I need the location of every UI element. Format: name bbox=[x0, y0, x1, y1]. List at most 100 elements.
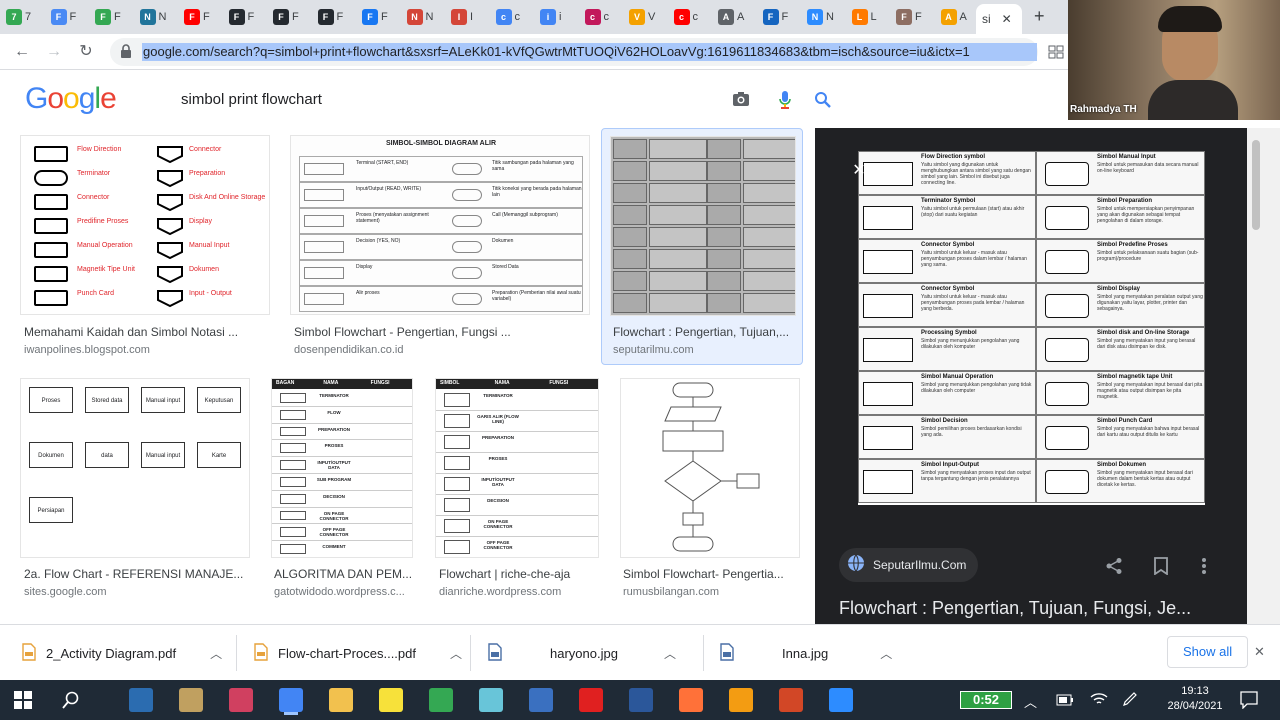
show-all-button[interactable]: Show all bbox=[1167, 636, 1249, 668]
chrome-icon[interactable] bbox=[279, 688, 303, 712]
result-thumbnail[interactable]: Proses Stored data Manual input Keputusan Do… bbox=[20, 378, 250, 558]
file-explorer-icon[interactable] bbox=[329, 688, 353, 712]
result-source[interactable]: gatotwidodo.wordpress.c... bbox=[274, 586, 424, 598]
result-card[interactable]: BAGAN NAMA FUNGSI TERMINATOR FLOW PREPARATION… bbox=[262, 373, 422, 603]
result-thumbnail[interactable]: BAGAN NAMA FUNGSI TERMINATOR FLOW PREPARATION… bbox=[271, 378, 413, 558]
download-item[interactable]: 2_Activity Diagram.pdf ︿ bbox=[22, 643, 222, 664]
bookmark-icon[interactable] bbox=[1154, 557, 1168, 580]
result-caption[interactable]: 2a. Flow Chart - REFERENSI MANAJE... bbox=[24, 567, 254, 581]
result-source[interactable]: sites.google.com bbox=[24, 586, 107, 598]
browser-tab-active[interactable]: si ✕ bbox=[976, 4, 1022, 34]
pen-icon[interactable] bbox=[1122, 691, 1138, 712]
browser-tab[interactable]: FF bbox=[762, 6, 805, 28]
browser-tab[interactable]: NN bbox=[406, 6, 449, 28]
browser-tab[interactable]: FF bbox=[228, 6, 271, 28]
close-icon[interactable]: ✕ bbox=[850, 162, 868, 180]
browser-tab[interactable]: AA bbox=[718, 6, 760, 28]
sticky-notes-icon[interactable] bbox=[379, 688, 403, 712]
source-name[interactable]: SeputarIlmu.Com bbox=[873, 558, 966, 572]
search-input[interactable]: simbol print flowchart bbox=[181, 91, 322, 108]
browser-tab[interactable]: LL bbox=[851, 6, 894, 28]
browser-tab[interactable]: FF bbox=[273, 6, 315, 28]
result-caption[interactable]: Flowchart | riche-che-aja bbox=[439, 567, 604, 581]
browser-tab[interactable]: NN bbox=[139, 6, 182, 28]
search-box[interactable]: simbol print flowchart bbox=[160, 82, 850, 118]
chevron-up-icon[interactable]: ︿ bbox=[664, 645, 676, 662]
address-bar[interactable]: google.com/search?q=simbol+print+flowcha… bbox=[110, 38, 1038, 66]
source-chip[interactable]: SeputarIlmu.Com bbox=[839, 548, 979, 582]
result-card[interactable]: Proses Stored data Manual input Keputusan Do… bbox=[0, 373, 260, 603]
result-thumbnail[interactable] bbox=[620, 378, 800, 558]
firefox-icon[interactable] bbox=[679, 688, 703, 712]
result-caption[interactable]: Simbol Flowchart- Pengertia... bbox=[623, 567, 803, 581]
browser-tab[interactable]: II bbox=[451, 6, 493, 28]
chevron-up-icon[interactable]: ︿ bbox=[210, 645, 222, 662]
battery-icon[interactable] bbox=[1056, 693, 1074, 711]
system-clock[interactable]: 19:13 28/04/2021 bbox=[1160, 684, 1230, 714]
browser-tab[interactable]: NN bbox=[807, 6, 849, 28]
result-source[interactable]: dosenpendidikan.co.id bbox=[294, 344, 403, 356]
forward-button[interactable]: → bbox=[44, 42, 64, 62]
result-caption[interactable]: ALGORITMA DAN PEM... bbox=[274, 567, 419, 581]
browser-tab[interactable]: VV bbox=[629, 6, 671, 28]
extension-icon[interactable] bbox=[1048, 44, 1064, 60]
result-card[interactable]: SIMBOL-SIMBOL DIAGRAM ALIR Terminal (STAR… bbox=[285, 128, 595, 368]
preview-title[interactable]: Flowchart : Pengertian, Tujuan, Fungsi, … bbox=[839, 598, 1239, 619]
more-options-icon[interactable] bbox=[1201, 557, 1207, 580]
download-item[interactable]: haryono.jpg ︿ bbox=[488, 643, 676, 664]
chevron-up-icon[interactable]: ︿ bbox=[1024, 692, 1037, 711]
preview-image[interactable]: Flow Direction symbol Yaitu simbol yang d… bbox=[858, 151, 1205, 505]
presenter-icon[interactable] bbox=[729, 688, 753, 712]
word-icon[interactable] bbox=[629, 688, 653, 712]
chevron-up-icon[interactable]: ︿ bbox=[450, 645, 462, 662]
paint-icon[interactable] bbox=[179, 688, 203, 712]
back-button[interactable]: ← bbox=[12, 42, 32, 62]
snip-icon[interactable] bbox=[229, 688, 253, 712]
download-item[interactable]: Flow-chart-Proces....pdf ︿ bbox=[254, 643, 462, 664]
browser-tab[interactable]: FF bbox=[362, 6, 404, 28]
search-icon[interactable] bbox=[62, 691, 80, 714]
search-icon[interactable] bbox=[814, 91, 832, 114]
result-card[interactable]: Simbol Flowchart- Pengertia... rumusbila… bbox=[612, 373, 807, 603]
result-thumbnail[interactable] bbox=[610, 136, 796, 316]
browser-tab[interactable]: FF bbox=[317, 6, 360, 28]
result-card[interactable]: SIMBOL NAMA FUNGSI TERMINATOR GARIS ALIR (FL… bbox=[427, 373, 607, 603]
result-source[interactable]: dianriche.wordpress.com bbox=[439, 586, 561, 598]
page-scrollbar[interactable] bbox=[1247, 128, 1280, 624]
network-app-icon[interactable] bbox=[529, 688, 553, 712]
wifi-icon[interactable] bbox=[1090, 691, 1108, 712]
browser-tab[interactable]: cc bbox=[584, 6, 627, 28]
browser-tab[interactable]: cc bbox=[495, 6, 538, 28]
camera-icon[interactable] bbox=[732, 91, 750, 112]
chrome-alt-icon[interactable] bbox=[429, 688, 453, 712]
scrollbar-thumb[interactable] bbox=[1252, 140, 1260, 230]
browser-tab[interactable]: FF bbox=[896, 6, 938, 28]
url-text[interactable]: google.com/search?q=simbol+print+flowcha… bbox=[142, 43, 1037, 61]
chevron-up-icon[interactable]: ︿ bbox=[880, 645, 892, 662]
browser-tab[interactable]: ii bbox=[540, 6, 582, 28]
browser-tab[interactable]: FF bbox=[95, 6, 137, 28]
result-thumbnail[interactable]: SIMBOL NAMA FUNGSI TERMINATOR GARIS ALIR (FL… bbox=[435, 378, 599, 558]
windows-start-icon[interactable] bbox=[14, 691, 32, 714]
result-source[interactable]: seputarilmu.com bbox=[613, 344, 694, 356]
red-app-icon[interactable] bbox=[579, 688, 603, 712]
zoom-icon[interactable] bbox=[829, 688, 853, 712]
powerpoint-icon[interactable] bbox=[779, 688, 803, 712]
result-card-selected[interactable]: Flowchart : Pengertian, Tujuan,... seput… bbox=[601, 128, 803, 365]
reload-button[interactable]: ↻ bbox=[76, 42, 96, 62]
result-source[interactable]: rumusbilangan.com bbox=[623, 586, 719, 598]
calculator-icon[interactable] bbox=[129, 688, 153, 712]
result-caption[interactable]: Simbol Flowchart - Pengertian, Fungsi ..… bbox=[294, 325, 584, 339]
new-tab-button[interactable]: + bbox=[1034, 6, 1045, 27]
battery-timer[interactable]: 0:52 bbox=[960, 691, 1012, 709]
result-thumbnail[interactable]: SIMBOL-SIMBOL DIAGRAM ALIR Terminal (STAR… bbox=[290, 135, 590, 315]
browser-tab[interactable]: 77 bbox=[6, 6, 48, 28]
browser-tab[interactable]: FF bbox=[184, 6, 226, 28]
close-downloads-button[interactable]: ✕ bbox=[1254, 644, 1265, 660]
app-teal-icon[interactable] bbox=[479, 688, 503, 712]
notification-icon[interactable] bbox=[1240, 691, 1258, 714]
result-caption[interactable]: Flowchart : Pengertian, Tujuan,... bbox=[613, 325, 798, 339]
browser-tab[interactable]: FF bbox=[50, 6, 93, 28]
download-item[interactable]: Inna.jpg ︿ bbox=[720, 643, 892, 664]
google-logo[interactable]: Google bbox=[25, 82, 117, 116]
